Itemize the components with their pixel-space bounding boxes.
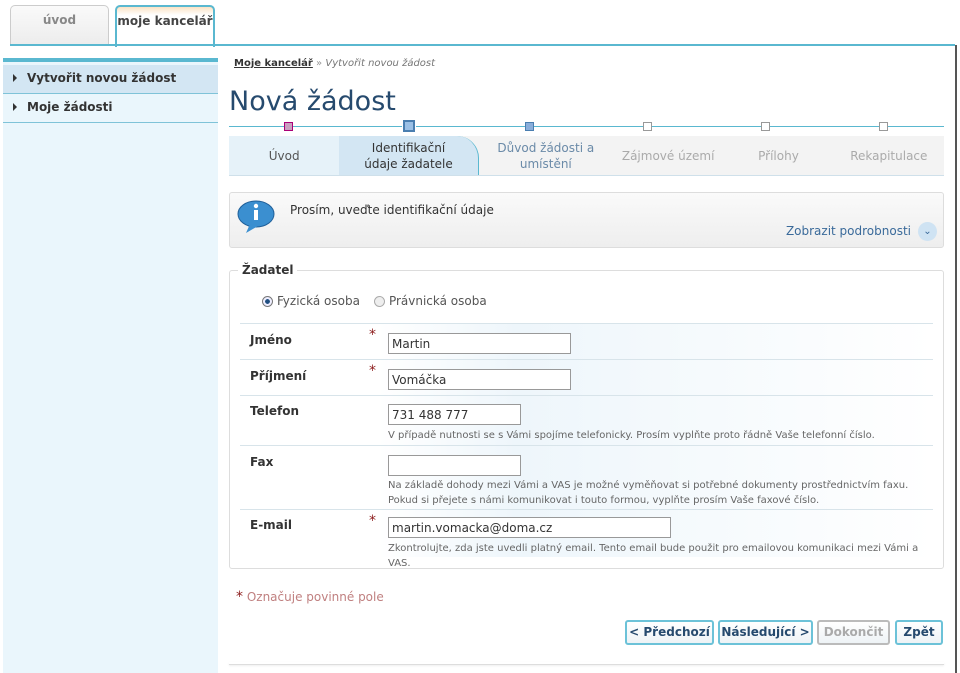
- form-row-jmeno: Jméno * Martin: [240, 323, 933, 359]
- back-button[interactable]: Zpět: [895, 620, 943, 645]
- sidebar-item-my-requests[interactable]: Moje žádosti: [3, 94, 218, 123]
- step-marker-done: [284, 122, 293, 131]
- step-uvod[interactable]: Úvod: [229, 136, 340, 175]
- form-row-email: E-mail * martin.vomacka@doma.cz Zkontrolu…: [240, 509, 933, 569]
- info-icon: [237, 200, 275, 233]
- step-marker: [879, 122, 888, 131]
- field-help: Zkontrolujte, zda jste uvedli platný ema…: [388, 543, 919, 569]
- sidebar-item-label: Vytvořit novou žádost: [27, 71, 177, 85]
- field-help: V případě nutnosti se s Vámi spojíme tel…: [388, 430, 875, 441]
- tab-uvod[interactable]: úvod: [10, 5, 109, 46]
- breadcrumb-link[interactable]: Moje kancelář: [234, 58, 313, 69]
- form-row-fax: Fax Na základě dohody mezi Vámi a VAS je…: [240, 445, 933, 509]
- step-marker: [643, 122, 652, 131]
- radio-label: Právnická osoba: [388, 294, 487, 308]
- form-row-telefon: Telefon 731 488 777 V případě nutnosti s…: [240, 395, 933, 445]
- step-zajmove-uzemi: Zájmové území: [621, 148, 715, 163]
- field-label: Fax: [250, 455, 274, 469]
- form-row-prijmeni: Příjmení * Vomáčka: [240, 359, 933, 395]
- window-edge: [955, 45, 957, 673]
- tab-divider: [10, 44, 955, 46]
- sidebar-item-new-request[interactable]: Vytvořit novou žádost: [3, 65, 218, 94]
- email-input[interactable]: martin.vomacka@doma.cz: [388, 517, 671, 538]
- step-prilohy: Přílohy: [758, 148, 799, 163]
- info-box: Prosím, uveďte identifikační údaje Zobra…: [229, 192, 944, 248]
- required-asterisk: *: [369, 513, 376, 529]
- radio-pravnicka[interactable]: [373, 295, 385, 307]
- field-label: Jméno: [250, 333, 292, 347]
- field-label: Příjmení: [250, 369, 307, 383]
- prijmeni-input[interactable]: Vomáčka: [388, 369, 571, 390]
- step-marker-current: [402, 119, 416, 133]
- required-note: * Označuje povinné pole: [236, 589, 384, 605]
- required-asterisk: *: [236, 589, 243, 605]
- step-rekapitulace: Rekapitulace: [850, 148, 928, 163]
- step-marker: [761, 122, 770, 131]
- fax-input[interactable]: [388, 455, 521, 476]
- finish-button: Dokončit: [817, 620, 890, 645]
- fieldset-legend: Žadatel: [238, 263, 298, 277]
- breadcrumb-separator: »: [316, 58, 323, 69]
- required-asterisk: *: [369, 363, 376, 379]
- field-label: E-mail: [250, 518, 293, 532]
- breadcrumb: Moje kancelář » Vytvořit novou žádost: [234, 58, 435, 69]
- telefon-input[interactable]: 731 488 777: [388, 404, 521, 425]
- chevron-down-icon[interactable]: ⌄: [918, 222, 937, 241]
- step-marker-next: [525, 122, 534, 131]
- sidebar: Vytvořit novou žádost Moje žádosti: [3, 58, 218, 673]
- required-asterisk: *: [369, 327, 376, 343]
- step-identifikace[interactable]: Identifikační údaje žadatele: [339, 136, 479, 175]
- radio-label: Fyzická osoba: [277, 294, 360, 308]
- progress-line: [229, 126, 944, 127]
- field-help: Na základě dohody mezi Vámi a VAS je mož…: [388, 480, 909, 506]
- page-title: Nová žádost: [229, 86, 396, 117]
- show-details-link[interactable]: Zobrazit podrobnosti: [786, 224, 911, 238]
- arrow-right-icon: [13, 74, 17, 82]
- next-button[interactable]: Následující >: [718, 620, 813, 645]
- sidebar-item-label: Moje žádosti: [27, 100, 113, 114]
- content-bottom-edge: [229, 662, 944, 665]
- jmeno-input[interactable]: Martin: [388, 333, 571, 354]
- previous-button[interactable]: < Předchozí: [625, 620, 714, 645]
- tab-moje-kancelar[interactable]: moje kancelář: [115, 5, 215, 47]
- breadcrumb-current: Vytvořit novou žádost: [325, 58, 436, 69]
- field-label: Telefon: [250, 404, 299, 418]
- arrow-right-icon: [13, 103, 17, 111]
- radio-fyzicka[interactable]: [262, 295, 273, 307]
- wizard-steps: Úvod Identifikační údaje žadatele Důvod …: [229, 136, 944, 176]
- info-message: Prosím, uveďte identifikační údaje: [290, 203, 494, 217]
- step-duvod[interactable]: Důvod žádosti a umístění: [479, 136, 613, 175]
- required-note-text: Označuje povinné pole: [246, 590, 384, 604]
